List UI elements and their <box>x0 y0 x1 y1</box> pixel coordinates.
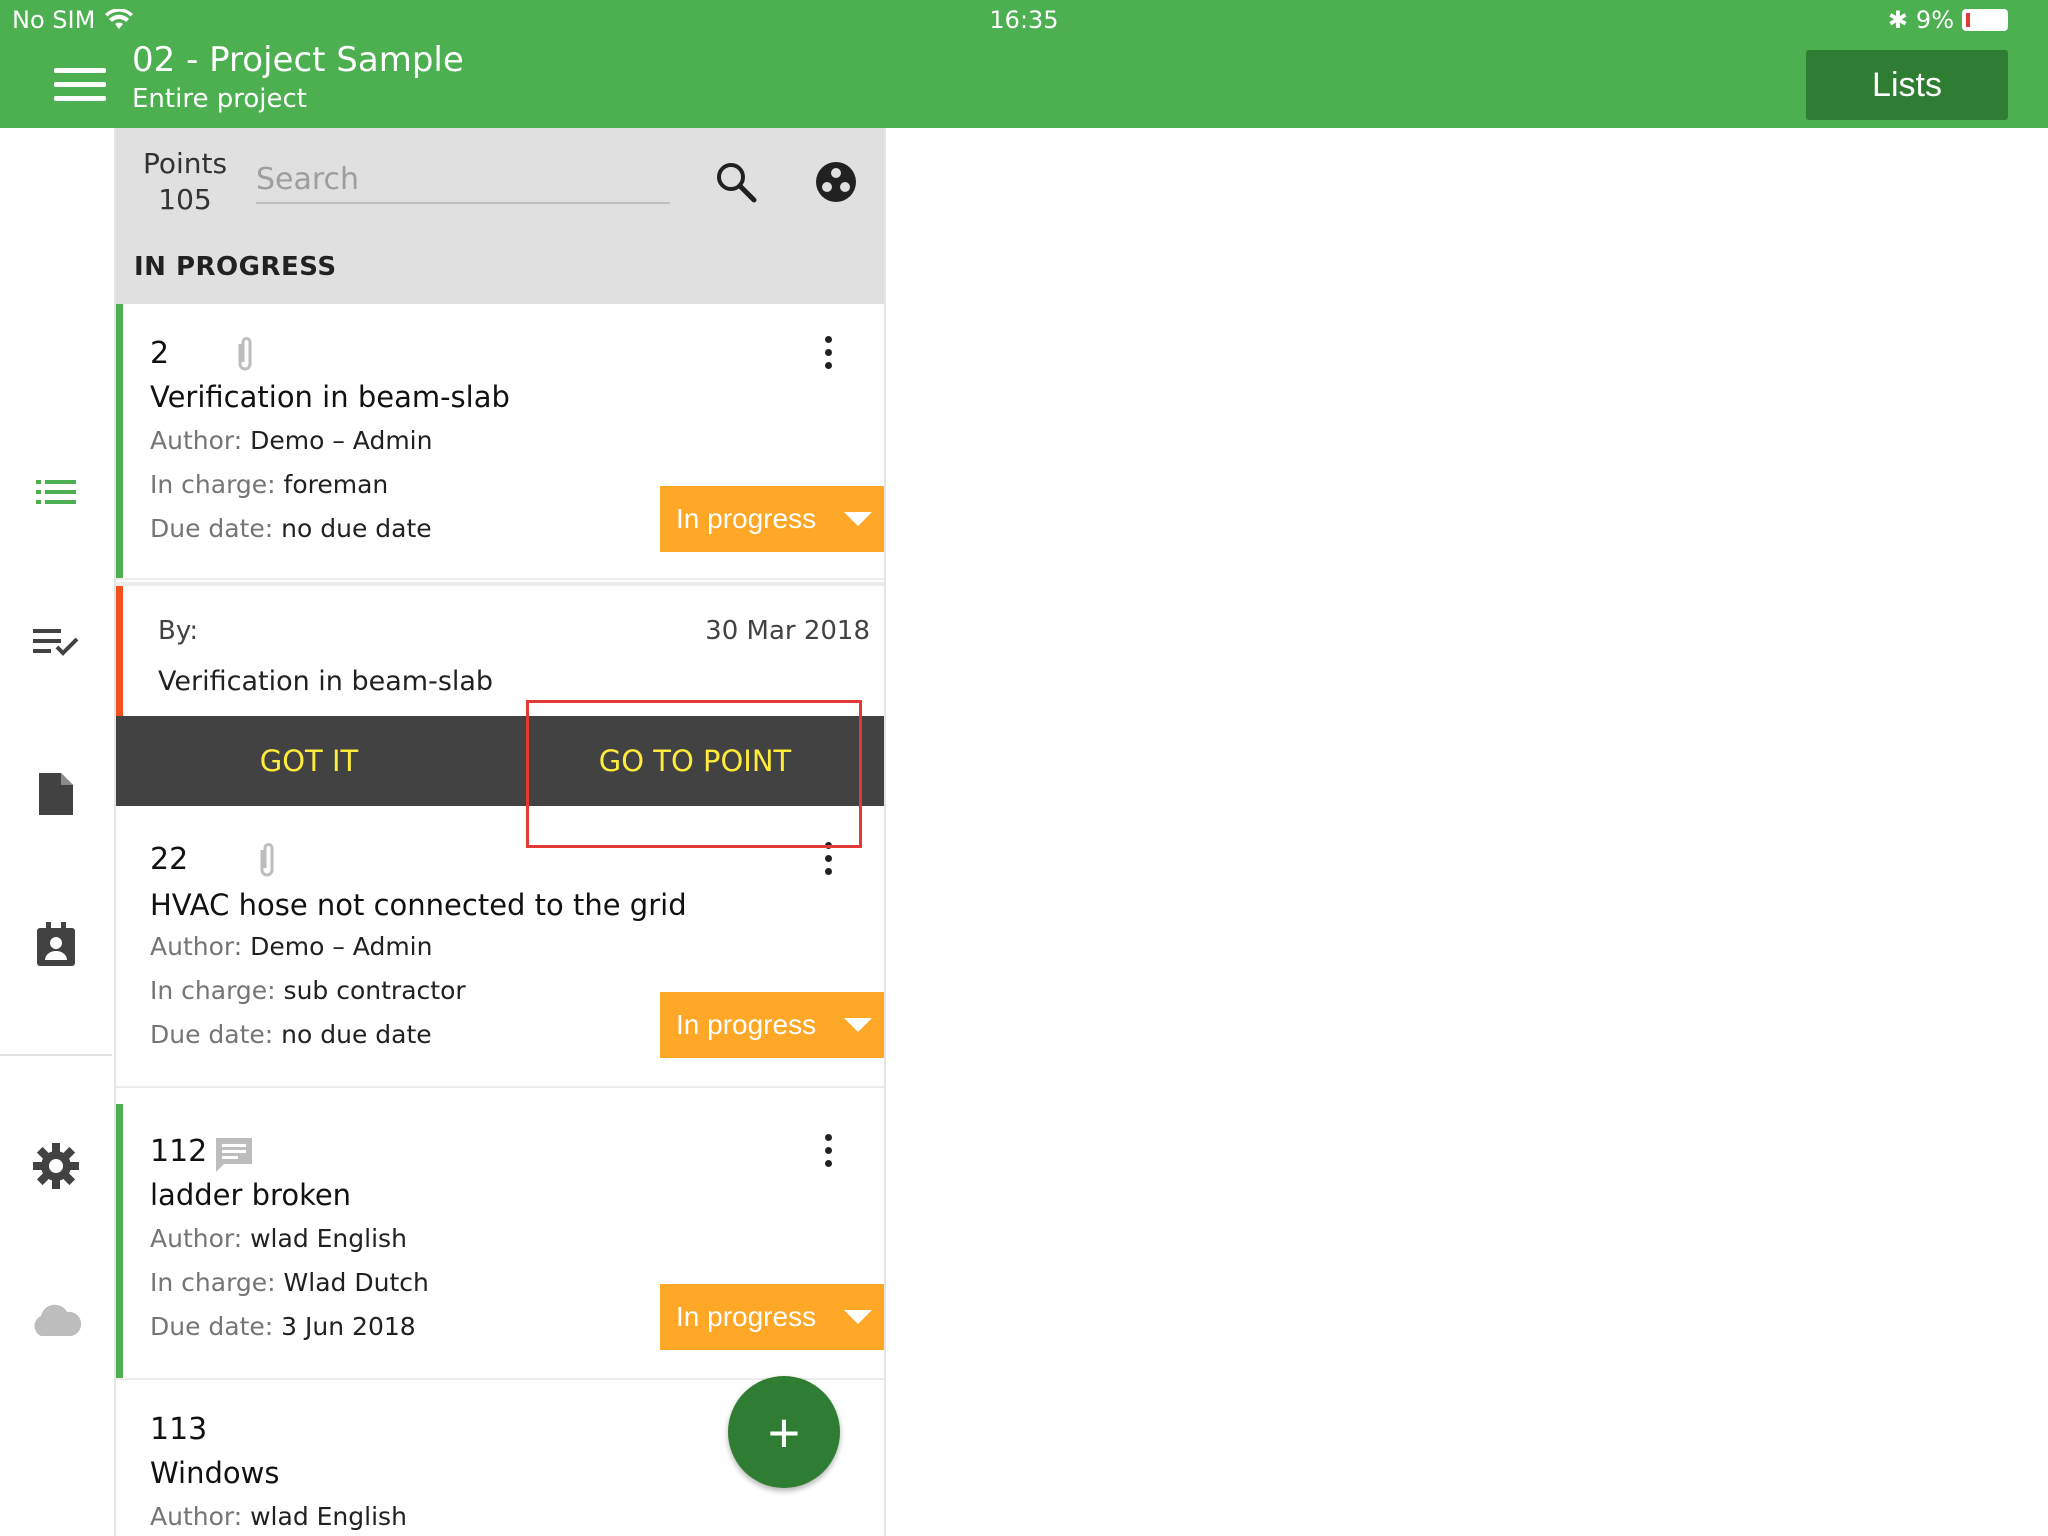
due-value: 3 Jun 2018 <box>281 1312 416 1341</box>
point-author: Author: wlad English <box>150 1224 407 1253</box>
notification-card: By: 30 Mar 2018 Verification in beam-sla… <box>116 582 884 716</box>
checklist-icon[interactable] <box>26 612 86 672</box>
incharge-label: In charge: <box>150 470 276 499</box>
menu-icon[interactable] <box>54 68 106 102</box>
point-number: 112 <box>150 1134 208 1169</box>
cloud-icon[interactable] <box>26 1290 86 1350</box>
got-it-button[interactable]: GOT IT <box>116 716 502 806</box>
document-icon[interactable] <box>26 764 86 824</box>
point-number: 113 <box>150 1412 208 1447</box>
author-label: Author: <box>150 932 243 961</box>
author-label: Author: <box>150 1224 243 1253</box>
status-label: In progress <box>676 1301 817 1332</box>
point-number: 2 <box>150 336 170 371</box>
incharge-label: In charge: <box>150 1268 276 1297</box>
point-author: Author: wlad English <box>150 1502 407 1531</box>
battery-icon <box>1962 9 2008 31</box>
incharge-label: In charge: <box>150 976 276 1005</box>
author-value: wlad English <box>250 1502 407 1531</box>
list-icon[interactable] <box>26 462 86 522</box>
points-panel: Points 105 IN PROGRESS 2 Verification in… <box>114 128 886 1536</box>
comment-icon <box>216 1138 252 1172</box>
status-bar-indicator <box>116 304 123 578</box>
notification-date: 30 Mar 2018 <box>705 616 870 646</box>
search-icon[interactable] <box>712 158 760 206</box>
search-input[interactable] <box>256 156 670 204</box>
due-value: no due date <box>281 514 432 543</box>
incharge-value: sub contractor <box>283 976 466 1005</box>
battery-percent: 9% <box>1915 6 1954 34</box>
more-options-icon[interactable] <box>822 1134 834 1174</box>
point-title: HVAC hose not connected to the grid <box>150 888 687 922</box>
add-point-button[interactable]: + <box>728 1376 840 1488</box>
more-options-icon[interactable] <box>822 842 834 882</box>
incharge-value: Wlad Dutch <box>283 1268 429 1297</box>
lists-button[interactable]: Lists <box>1806 50 2008 120</box>
paperclip-icon <box>260 843 274 877</box>
paperclip-icon <box>238 337 252 371</box>
incharge-value: foreman <box>283 470 389 499</box>
bluetooth-icon: ✱ <box>1887 6 1908 34</box>
clock: 16:35 <box>989 6 1059 34</box>
more-options-icon[interactable] <box>822 336 834 376</box>
side-rail <box>0 128 112 1536</box>
author-value: wlad English <box>250 1224 407 1253</box>
point-card[interactable]: 2 Verification in beam-slab Author: Demo… <box>116 304 884 580</box>
point-incharge: In charge: Wlad Dutch <box>150 1268 429 1297</box>
point-card[interactable]: 112 ladder broken Author: wlad English I… <box>116 1104 884 1380</box>
point-due-date: Due date: no due date <box>150 514 432 543</box>
points-count: 105 <box>158 183 212 216</box>
chevron-down-icon <box>844 1018 872 1032</box>
point-author: Author: Demo – Admin <box>150 932 432 961</box>
point-title: ladder broken <box>150 1178 352 1212</box>
panel-header: Points 105 IN PROGRESS <box>116 128 884 304</box>
due-label: Due date: <box>150 514 274 543</box>
points-counter: Points 105 <box>140 146 230 218</box>
status-bar: No SIM 16:35 ✱ 9% <box>0 0 2048 40</box>
notification-bar <box>116 586 123 716</box>
chevron-down-icon <box>844 512 872 526</box>
due-label: Due date: <box>150 1020 274 1049</box>
go-to-point-button[interactable]: GO TO POINT <box>502 716 884 806</box>
rail-divider <box>0 1054 112 1056</box>
contact-icon[interactable] <box>26 914 86 974</box>
point-due-date: Due date: 3 Jun 2018 <box>150 1312 416 1341</box>
author-label: Author: <box>150 1502 243 1531</box>
chevron-down-icon <box>844 1310 872 1324</box>
points-label: Points <box>142 147 228 180</box>
status-dropdown[interactable]: In progress <box>660 486 884 552</box>
gear-icon[interactable] <box>26 1136 86 1196</box>
point-card[interactable]: 22 HVAC hose not connected to the grid A… <box>116 808 884 1088</box>
point-due-date: Due date: no due date <box>150 1020 432 1049</box>
author-value: Demo – Admin <box>250 426 433 455</box>
point-title: Windows <box>150 1456 280 1490</box>
section-title: IN PROGRESS <box>134 252 337 282</box>
due-value: no due date <box>281 1020 432 1049</box>
status-label: In progress <box>676 503 817 534</box>
status-label: In progress <box>676 1009 817 1040</box>
due-label: Due date: <box>150 1312 274 1341</box>
status-dropdown[interactable]: In progress <box>660 1284 884 1350</box>
notification-by: By: <box>158 616 199 646</box>
filter-icon[interactable] <box>812 158 860 206</box>
app-bar: 02 - Project Sample Entire project Lists <box>0 40 2048 128</box>
point-author: Author: Demo – Admin <box>150 426 432 455</box>
notification-message: Verification in beam-slab <box>158 666 494 697</box>
status-bar-indicator <box>116 1104 123 1378</box>
point-incharge: In charge: foreman <box>150 470 388 499</box>
point-title: Verification in beam-slab <box>150 380 510 414</box>
project-title: 02 - Project Sample <box>132 40 464 80</box>
author-label: Author: <box>150 426 243 455</box>
point-number: 22 <box>150 842 189 877</box>
status-dropdown[interactable]: In progress <box>660 992 884 1058</box>
point-incharge: In charge: sub contractor <box>150 976 466 1005</box>
notification-actions: GOT IT GO TO POINT <box>116 716 884 806</box>
author-value: Demo – Admin <box>250 932 433 961</box>
project-subtitle: Entire project <box>132 84 307 114</box>
